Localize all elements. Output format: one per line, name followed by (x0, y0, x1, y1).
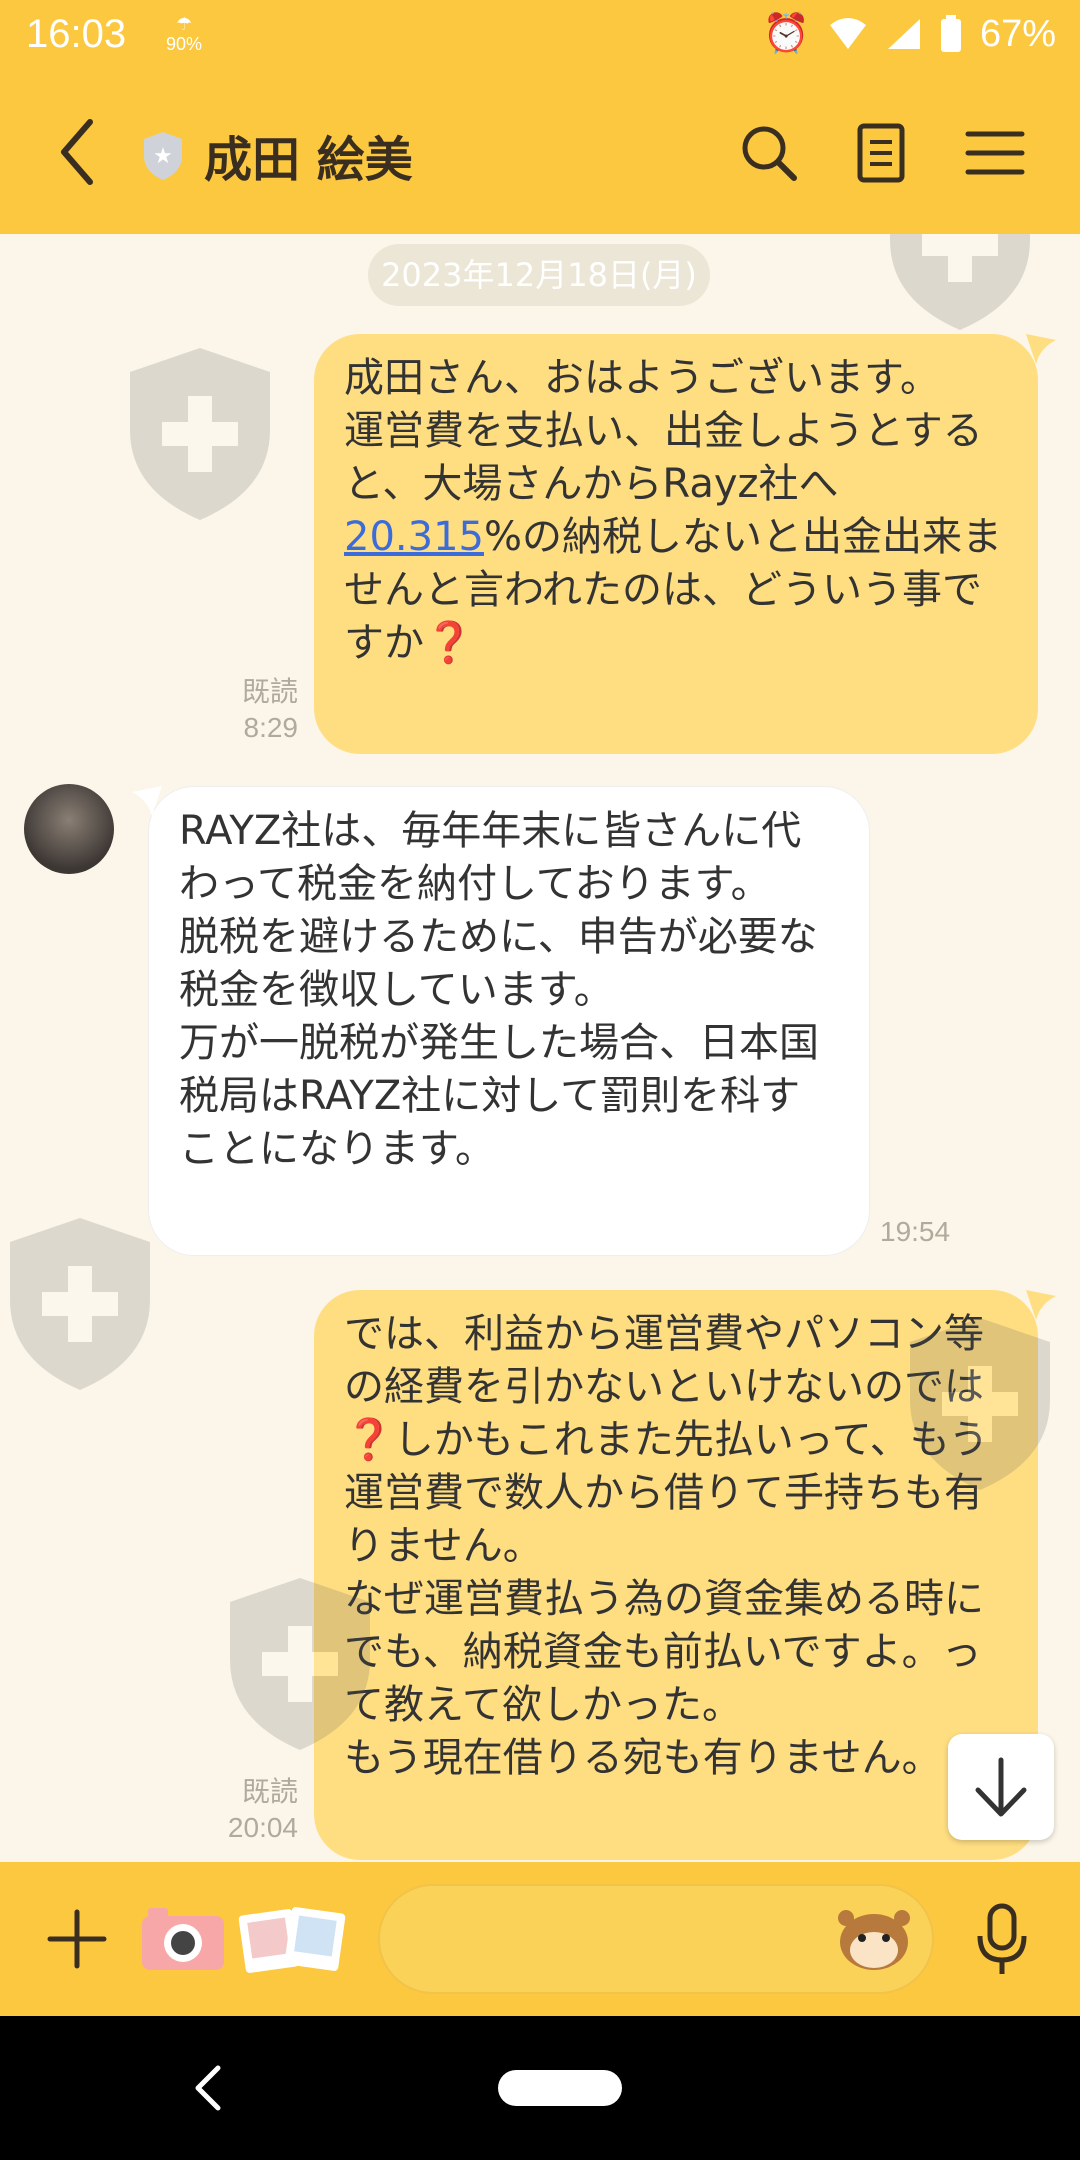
signal-icon (887, 19, 920, 49)
message-bubble-received[interactable]: RAYZ社は、毎年年末に皆さんに代わって税金を納付しております。 脱税を避けるた… (148, 786, 870, 1256)
nav-home-pill[interactable] (498, 2070, 622, 2106)
menu-icon[interactable] (960, 118, 1030, 188)
read-receipt: 既読 (241, 1776, 298, 1807)
bubble-tail (1026, 334, 1056, 364)
back-icon[interactable] (46, 112, 116, 192)
mic-icon[interactable] (970, 1902, 1034, 1978)
shield-watermark-icon (890, 234, 1030, 330)
scroll-to-bottom-button[interactable] (948, 1734, 1054, 1840)
search-icon[interactable] (734, 118, 804, 188)
camera-icon[interactable] (140, 1904, 226, 1974)
arrow-down-icon (975, 1757, 1027, 1817)
message-text: RAYZ社は、毎年年末に皆さんに代わって税金を納付しております。 脱税を避けるた… (179, 808, 819, 1172)
wifi-icon (829, 18, 866, 49)
umbrella-icon: ☂ (175, 14, 193, 34)
shield-watermark-icon (130, 348, 270, 520)
message-text: では、利益から運営費やパソコン等の経費を引かないといけないのでは❓しかもこれまた… (344, 1311, 989, 1781)
data-saver-value: 90% (166, 34, 203, 54)
contact-name[interactable]: 成田 絵美 (204, 120, 413, 190)
bubble-tail (1026, 1290, 1056, 1320)
message-text: 成田さん、おはようございます。 運営費を支払い、出金しようとすると、大場さんから… (344, 355, 983, 507)
battery-percent: 67% (979, 12, 1056, 55)
message-composer (0, 1862, 1080, 2016)
battery-icon (940, 15, 961, 52)
message-time: 8:29 (243, 712, 299, 743)
status-bar: 16:03 ☂ 90% ⏰ 67% (0, 0, 1080, 72)
alarm-icon: ⏰ (762, 13, 810, 55)
bubble-tail (132, 786, 162, 816)
message-bubble-sent[interactable]: では、利益から運営費やパソコン等の経費を引かないといけないのでは❓しかもこれまた… (314, 1290, 1038, 1860)
nav-back-icon[interactable] (188, 2060, 228, 2116)
message-time: 19:54 (880, 1216, 951, 1247)
chat-header: ★ 成田 絵美 (0, 72, 1080, 234)
message-meta: 既読 20:04 (200, 1774, 298, 1846)
chat-area[interactable]: 2023年12月18日(月) 既読 8:29 成田さん、おはようございます。 運… (0, 234, 1080, 1862)
svg-text:★: ★ (153, 144, 173, 169)
avatar[interactable] (24, 784, 114, 874)
shield-watermark-icon (10, 1218, 150, 1390)
phone-number-link[interactable]: 20.315 (344, 514, 484, 560)
photo-sticker-icon[interactable] (238, 1904, 346, 1974)
read-receipt: 既読 (241, 676, 298, 707)
message-bubble-sent[interactable]: 成田さん、おはようございます。 運営費を支払い、出金しようとすると、大場さんから… (314, 334, 1038, 754)
message-meta: 既読 8:29 (200, 674, 298, 746)
data-saver-indicator: ☂ 90% (166, 14, 202, 54)
notes-icon[interactable] (846, 118, 916, 188)
shield-badge-icon: ★ (144, 132, 182, 180)
hamster-emoji-icon[interactable] (836, 1904, 912, 1974)
message-time: 20:04 (227, 1812, 298, 1843)
status-time: 16:03 (26, 12, 127, 56)
date-separator: 2023年12月18日(月) (368, 244, 710, 306)
status-icons: ⏰ 67% (763, 12, 1056, 56)
system-nav-bar (0, 2016, 1080, 2160)
plus-icon[interactable] (44, 1906, 110, 1972)
